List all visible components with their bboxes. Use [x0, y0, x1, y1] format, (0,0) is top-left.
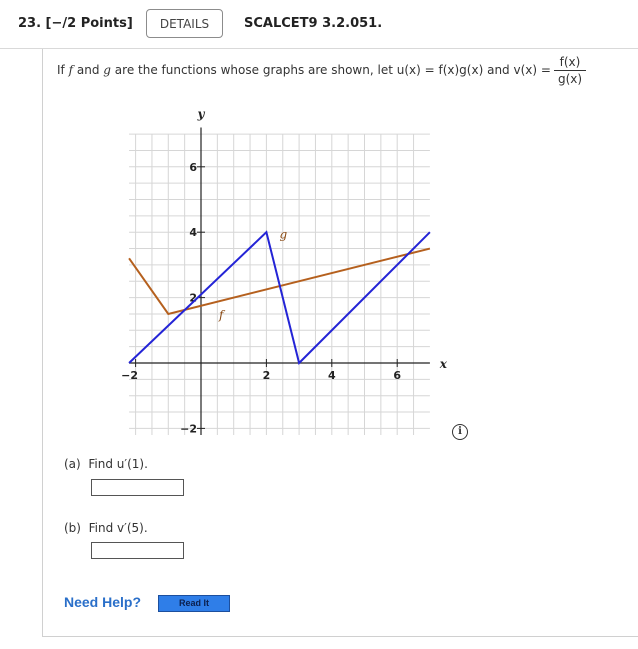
- x-tick-label: 2: [263, 369, 271, 382]
- y-tick-label: 4: [189, 226, 197, 239]
- y-tick-label: 6: [189, 161, 197, 174]
- x-tick-label: 6: [393, 369, 401, 382]
- need-help-label: Need Help?: [64, 594, 142, 610]
- question-number: 23. [−/2 Points]: [18, 16, 133, 31]
- v-denominator: g(x): [557, 72, 583, 86]
- problem-code: SCALCET9 3.2.051.: [244, 16, 383, 31]
- v-numerator: f(x): [554, 55, 586, 71]
- problem-statement: If f and g are the functions whose graph…: [57, 63, 551, 77]
- x-tick-label: −2: [121, 369, 138, 382]
- x-axis-label: x: [439, 357, 448, 371]
- part-a-answer-input[interactable]: [91, 479, 184, 496]
- g-curve-label: g: [279, 228, 287, 242]
- part-a-prompt: (a) Find u′(1).: [64, 457, 148, 471]
- part-b-answer-input[interactable]: [91, 542, 184, 559]
- info-icon[interactable]: i: [452, 424, 468, 440]
- y-axis-label: y: [197, 107, 206, 121]
- function-graph: −2−2224466xyfg: [121, 107, 448, 436]
- details-button[interactable]: DETAILS: [146, 9, 223, 38]
- v-fraction: f(x) g(x): [554, 55, 586, 86]
- x-tick-label: 4: [328, 369, 336, 382]
- read-it-button[interactable]: Read It: [158, 595, 230, 612]
- y-tick-label: −2: [180, 422, 197, 435]
- part-b-prompt: (b) Find v′(5).: [64, 521, 148, 535]
- f-curve-label: f: [218, 308, 226, 322]
